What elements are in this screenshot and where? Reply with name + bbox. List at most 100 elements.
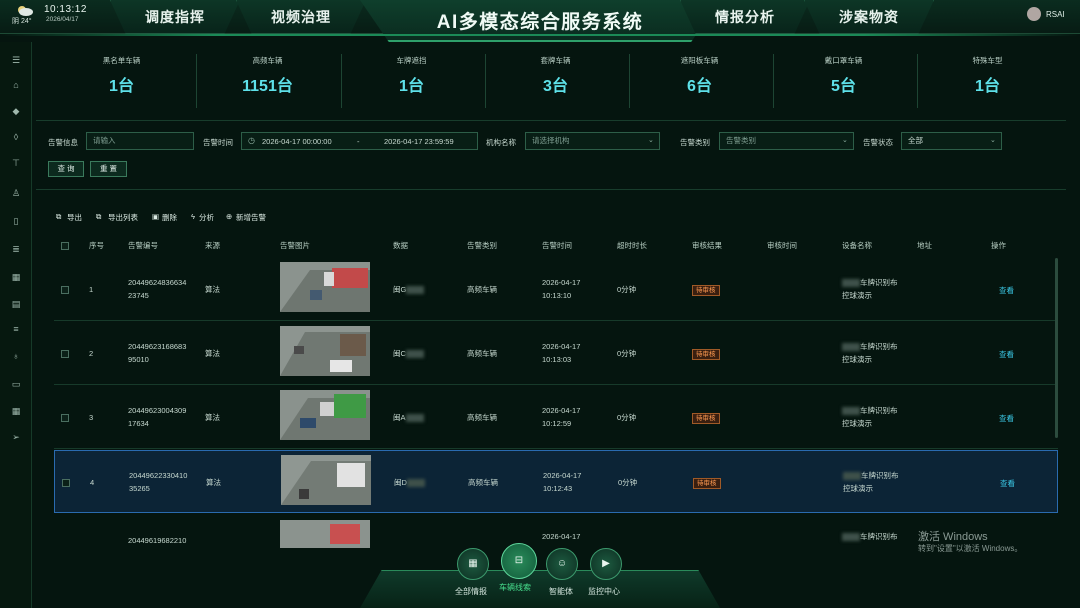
bulb-icon[interactable]: ♁ — [10, 350, 22, 362]
row-checkbox[interactable] — [62, 479, 70, 487]
timeout: 0分钟 — [617, 285, 637, 294]
export-button[interactable]: 导出 — [67, 212, 82, 223]
monitor-center-icon[interactable]: ▶ — [590, 548, 622, 580]
dock-label-monitor[interactable]: 监控中心 — [588, 586, 620, 597]
nav-tab-video[interactable]: 视频治理 — [236, 0, 366, 34]
all-intel-icon[interactable]: ▦ — [457, 548, 489, 580]
alert-thumbnail[interactable] — [280, 390, 370, 440]
alert-thumbnail[interactable] — [280, 520, 370, 548]
alert-thumbnail[interactable] — [280, 262, 370, 312]
table-row-selected[interactable]: 4 20449622330410 35265 算法 闽D 高频车辆 2026-0… — [54, 450, 1058, 513]
device-name-text: 车牌识别布 — [860, 406, 898, 415]
analyze-button[interactable]: 分析 — [199, 212, 214, 223]
chevron-down-icon: ⌄ — [648, 137, 654, 144]
alert-thumbnail[interactable] — [280, 326, 370, 376]
plate-prefix: 闽G — [393, 285, 407, 294]
weather-text: 阴 24° — [12, 18, 32, 25]
table-row[interactable]: 20449619682210 2026-04-17 车牌识别布 — [54, 516, 1058, 548]
alert-category-select[interactable]: 告警类别 — [719, 132, 854, 150]
stat-blacklist[interactable]: 黑名单车辆 1台 — [50, 46, 193, 116]
alert-thumbnail[interactable] — [281, 455, 371, 505]
nav-tab-intelligence[interactable]: 情报分析 — [680, 0, 810, 34]
stat-high-frequency[interactable]: 高频车辆 1151台 — [196, 46, 339, 116]
menu-icon[interactable]: ☰ — [10, 54, 22, 66]
stat-special-vehicle[interactable]: 特殊车型 1台 — [916, 46, 1059, 116]
send-icon[interactable]: ➢ — [10, 431, 22, 443]
device-name-text: 车牌识别布 — [860, 278, 898, 287]
table-row[interactable]: 1 20449624836634 23745 算法 闽G 高频车辆 2026-0… — [54, 258, 1058, 321]
user-name[interactable]: RSAI — [1046, 10, 1065, 19]
org-name-label: 机构名称 — [486, 138, 516, 147]
alert-id: 20449619682210 — [128, 536, 187, 545]
table-row[interactable]: 2 20449623168683 95010 算法 闽C 高频车辆 2026-0… — [54, 322, 1058, 385]
home-icon[interactable]: ⌂ — [10, 79, 22, 91]
table-row[interactable]: 3 20449623004309 17634 算法 闽A 高频车辆 2026-0… — [54, 386, 1058, 449]
folder-icon[interactable]: ▭ — [10, 378, 22, 390]
stat-sun-visor[interactable]: 遮阳板车辆 6台 — [628, 46, 771, 116]
alert-category: 高频车辆 — [468, 478, 498, 487]
column-header: 告警图片 — [280, 241, 310, 250]
table-scrollbar[interactable] — [1055, 258, 1058, 438]
list-lines-icon[interactable]: ≡ — [10, 323, 22, 335]
road-scene-image — [280, 326, 370, 376]
vehicle-clue-icon[interactable]: ⊟ — [501, 543, 537, 579]
stats-panel: 黑名单车辆 1台 高频车辆 1151台 车牌遮挡 1台 套牌车辆 3台 遮阳板车辆 6台 … — [50, 46, 1065, 116]
device-name-cont: 控球演示 — [842, 355, 872, 364]
row-number: 4 — [90, 478, 95, 487]
stat-value: 1台 — [109, 78, 134, 95]
org-select[interactable]: 请选择机构 — [525, 132, 660, 150]
id-card-icon[interactable]: ▤ — [10, 298, 22, 310]
alert-table: 序号 告警编号 来源 告警图片 数据 告警类别 告警时间 超时时长 审核结果 审… — [54, 236, 1060, 548]
road-scene-image — [280, 262, 370, 312]
view-link[interactable]: 查看 — [999, 285, 1014, 296]
query-button[interactable]: 查 询 — [48, 161, 84, 177]
plate-prefix: 闽D — [394, 478, 407, 487]
column-header: 告警编号 — [128, 241, 158, 250]
list-icon[interactable]: ≣ — [10, 243, 22, 255]
row-checkbox[interactable] — [61, 286, 69, 294]
document-icon[interactable]: ▯ — [10, 215, 22, 227]
alert-date: 2026-04-17 — [542, 532, 581, 541]
stat-cloned-plate[interactable]: 套牌车辆 3台 — [484, 46, 627, 116]
view-link[interactable]: 查看 — [999, 413, 1014, 424]
stat-plate-covered[interactable]: 车牌遮挡 1台 — [340, 46, 483, 116]
column-header: 审核时间 — [767, 241, 797, 250]
avatar[interactable] — [1027, 7, 1041, 21]
reset-button[interactable]: 重 置 — [90, 161, 127, 177]
alert-date: 2026-04-17 — [542, 278, 581, 287]
nav-tab-evidence[interactable]: 涉案物资 — [804, 0, 934, 34]
column-header: 数据 — [393, 241, 408, 250]
grid-icon[interactable]: ▦ — [10, 271, 22, 283]
dock-label-all-intel[interactable]: 全部情报 — [455, 586, 487, 597]
nav-tab-dispatch[interactable]: 调度指挥 — [110, 0, 240, 34]
time-start[interactable]: 2026-04-17 00:00:00 — [262, 137, 332, 146]
alert-status-select[interactable]: 全部 — [901, 132, 1002, 150]
alert-time: 10:13:03 — [542, 355, 572, 364]
delete-button[interactable]: 删除 — [162, 212, 177, 223]
alert-info-label: 告警信息 — [48, 138, 78, 147]
source: 算法 — [205, 349, 220, 358]
alert-id: 20449623168683 — [128, 342, 187, 351]
user-icon[interactable]: ♙ — [10, 187, 22, 199]
alert-info-input[interactable]: 请输入 — [86, 132, 194, 150]
stat-mask[interactable]: 戴口罩车辆 5台 — [772, 46, 915, 116]
alert-id-cont: 95010 — [128, 355, 149, 364]
dock-label-vehicle-clue[interactable]: 车辆线索 — [499, 582, 531, 593]
view-link[interactable]: 查看 — [999, 349, 1014, 360]
shield-icon[interactable]: ◊ — [10, 131, 22, 143]
select-all-checkbox[interactable] — [61, 242, 69, 250]
column-header: 超时时长 — [617, 241, 647, 250]
time-end[interactable]: 2026-04-17 23:59:59 — [384, 137, 454, 146]
brush-icon[interactable]: ⊤ — [10, 157, 22, 169]
add-alert-button[interactable]: 新增告警 — [236, 212, 266, 223]
view-link[interactable]: 查看 — [1000, 478, 1015, 489]
table-icon[interactable]: ▦ — [10, 405, 22, 417]
alert-time: 10:13:10 — [542, 291, 572, 300]
agent-icon[interactable]: ☺ — [546, 548, 578, 580]
masked-plate — [406, 286, 425, 295]
row-checkbox[interactable] — [61, 350, 69, 358]
tag-icon[interactable]: ◆ — [10, 105, 22, 117]
row-checkbox[interactable] — [61, 414, 69, 422]
dock-label-agent[interactable]: 智能体 — [549, 586, 573, 597]
export-list-button[interactable]: 导出列表 — [108, 212, 138, 223]
